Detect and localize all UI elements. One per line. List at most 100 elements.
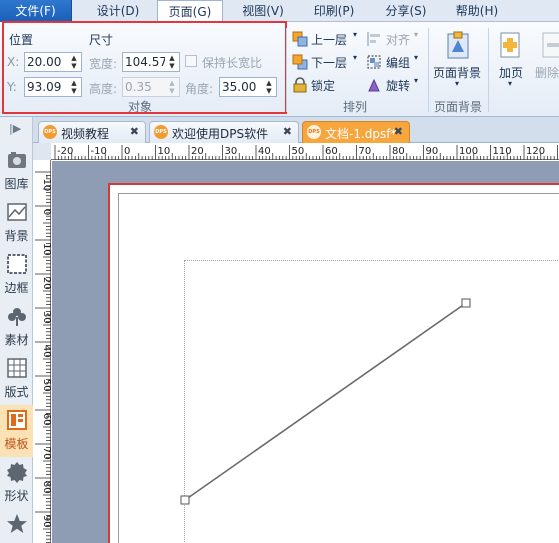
left-toolbar: |▶ 图库 背景 边框 素材 版式 模板 形状	[0, 117, 33, 543]
shape-icon	[7, 462, 27, 483]
ruler-label: 100	[459, 146, 478, 157]
close-icon[interactable]: ✖	[130, 125, 139, 138]
horizontal-ruler-scale: -20 -10 0 10 20 30 40 50 60 70 80 90 100 110 120	[54, 145, 558, 160]
separator	[488, 28, 489, 112]
add-page-dropdown-icon[interactable]: ▾	[508, 79, 512, 88]
tool-border-label: 边框	[4, 281, 29, 295]
tab-label: 欢迎使用DPS软件	[172, 127, 269, 141]
close-icon[interactable]: ✖	[394, 125, 403, 138]
ruler-label: 60	[325, 146, 338, 157]
tool-border[interactable]: 边框	[0, 249, 33, 301]
border-icon	[7, 254, 27, 274]
dps-badge-icon: DPS	[307, 125, 321, 139]
ruler-label: 20	[191, 146, 204, 157]
menu-bar: 文件(F) 设计(D) 页面(G) 视图(V) 印刷(P) 分享(S) 帮助(H…	[0, 0, 559, 23]
star-icon	[7, 514, 27, 533]
vertical-ruler-scale: -10 0 10 20 30 40 50 60 70 80 90	[35, 171, 52, 543]
align-icon	[367, 32, 380, 46]
ruler-label: 0	[41, 209, 51, 215]
template-icon	[7, 410, 27, 430]
ruler-corner	[33, 143, 51, 160]
ruler-label: -10	[41, 175, 51, 191]
menu-print[interactable]: 印刷(P)	[303, 0, 365, 22]
send-backward-button[interactable]: 下一层	[311, 54, 347, 71]
menu-file[interactable]: 文件(F)	[0, 0, 72, 22]
vertical-ruler: -10 0 10 20 30 40 50 60 70 80 90	[33, 160, 52, 543]
page-margin-guide	[184, 260, 559, 543]
ruler-label: 90	[426, 146, 439, 157]
group-dropdown-icon[interactable]: ▾	[414, 53, 418, 62]
ruler-label: -20	[57, 146, 73, 157]
ruler-label: 0	[124, 146, 130, 157]
background-icon	[7, 203, 27, 221]
page-background-icon[interactable]	[444, 30, 472, 60]
tool-shape-label: 形状	[4, 489, 29, 503]
tool-star[interactable]	[0, 509, 33, 543]
tool-background[interactable]: 背景	[0, 197, 33, 249]
ruler-label: 70	[41, 447, 51, 460]
tab-label: 视频教程	[61, 127, 110, 141]
tab-video-tutorial[interactable]: DPS 视频教程 ✖	[38, 121, 146, 143]
lock-button[interactable]: 锁定	[311, 77, 335, 94]
group-button[interactable]: 编组	[386, 54, 410, 71]
menu-help[interactable]: 帮助(H)	[446, 0, 508, 22]
collapse-panel-icon[interactable]: |▶	[9, 122, 21, 135]
lock-icon	[293, 77, 307, 93]
bring-forward-dropdown-icon[interactable]: ▾	[353, 30, 357, 39]
tool-template[interactable]: 模板	[0, 405, 33, 457]
ruler-label: 10	[41, 243, 51, 256]
dps-badge-icon: DPS	[154, 125, 168, 139]
page-background-group-label: 页面背景	[433, 100, 482, 114]
close-icon[interactable]: ✖	[283, 125, 292, 138]
rotate-dropdown-icon[interactable]: ▾	[414, 76, 418, 85]
tab-welcome[interactable]: DPS 欢迎使用DPS软件 ✖	[149, 121, 299, 143]
align-button[interactable]: 对齐	[386, 31, 410, 48]
ruler-label: 30	[225, 146, 238, 157]
arrange-group-label: 排列	[342, 100, 367, 114]
ruler-label: 50	[292, 146, 305, 157]
align-dropdown-icon[interactable]: ▾	[414, 30, 418, 39]
gallery-icon	[8, 152, 26, 168]
material-icon	[8, 308, 26, 326]
tool-material-label: 素材	[4, 333, 29, 347]
ruler-label: 60	[41, 413, 51, 426]
highlight-box	[2, 21, 287, 114]
tool-shape[interactable]: 形状	[0, 457, 33, 509]
document-tab-bar: DPS 视频教程 ✖ DPS 欢迎使用DPS软件 ✖ DPS 文档-1.dpsf…	[33, 117, 559, 143]
tool-background-label: 背景	[4, 229, 29, 243]
menu-page[interactable]: 页面(G)	[157, 0, 223, 23]
tool-gallery-label: 图库	[4, 177, 29, 191]
send-backward-dropdown-icon[interactable]: ▾	[353, 53, 357, 62]
tab-document-1[interactable]: DPS 文档-1.dpsf* ✖	[302, 121, 410, 143]
ruler-label: 80	[392, 146, 405, 157]
ruler-label: 70	[359, 146, 372, 157]
ruler-label: -10	[91, 146, 107, 157]
ruler-label: 40	[41, 345, 51, 358]
page-background-dropdown-icon[interactable]: ▾	[455, 79, 459, 88]
ruler-label: 10	[158, 146, 171, 157]
ruler-label: 80	[41, 481, 51, 494]
rotate-icon	[368, 78, 380, 92]
tool-gallery[interactable]: 图库	[0, 145, 33, 197]
tool-material[interactable]: 素材	[0, 301, 33, 353]
menu-design[interactable]: 设计(D)	[88, 0, 148, 22]
delete-page-button[interactable]: 删除	[535, 64, 559, 81]
tool-layout[interactable]: 版式	[0, 353, 33, 405]
tool-template-label: 模板	[4, 437, 29, 451]
ruler-label: 50	[41, 379, 51, 392]
add-page-icon[interactable]	[498, 30, 524, 60]
ruler-label: 120	[526, 146, 545, 157]
send-backward-icon	[292, 54, 308, 70]
menu-view[interactable]: 视图(V)	[232, 0, 294, 22]
tab-label: 文档-1.dpsf*	[325, 127, 397, 141]
delete-page-icon[interactable]	[541, 30, 559, 60]
layout-icon	[7, 358, 27, 378]
ruler-label: 40	[258, 146, 271, 157]
ruler-label: 110	[493, 146, 512, 157]
bring-forward-button[interactable]: 上一层	[311, 31, 347, 48]
rotate-button[interactable]: 旋转	[386, 77, 410, 94]
horizontal-ruler: -20 -10 0 10 20 30 40 50 60 70 80 90 100 110 120	[51, 143, 559, 160]
ruler-label: 20	[41, 277, 51, 290]
group-icon	[367, 55, 381, 69]
menu-share[interactable]: 分享(S)	[376, 0, 436, 22]
